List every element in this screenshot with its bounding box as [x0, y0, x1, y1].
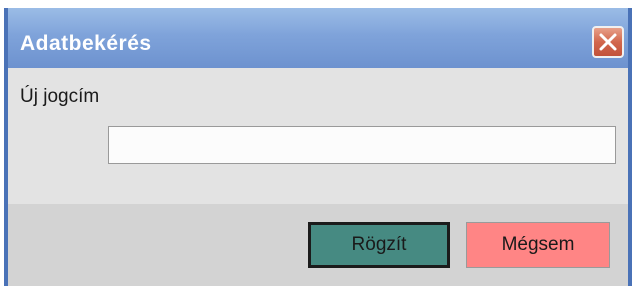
title-bar[interactable]: Adatbekérés [8, 8, 628, 68]
new-title-input[interactable] [108, 126, 616, 164]
prompt-label: Új jogcím [20, 86, 100, 107]
window-title: Adatbekérés [20, 32, 152, 55]
close-button[interactable] [592, 26, 624, 58]
save-button[interactable]: Rögzít [308, 222, 450, 268]
cancel-button[interactable]: Mégsem [466, 222, 610, 268]
close-icon [599, 33, 617, 51]
